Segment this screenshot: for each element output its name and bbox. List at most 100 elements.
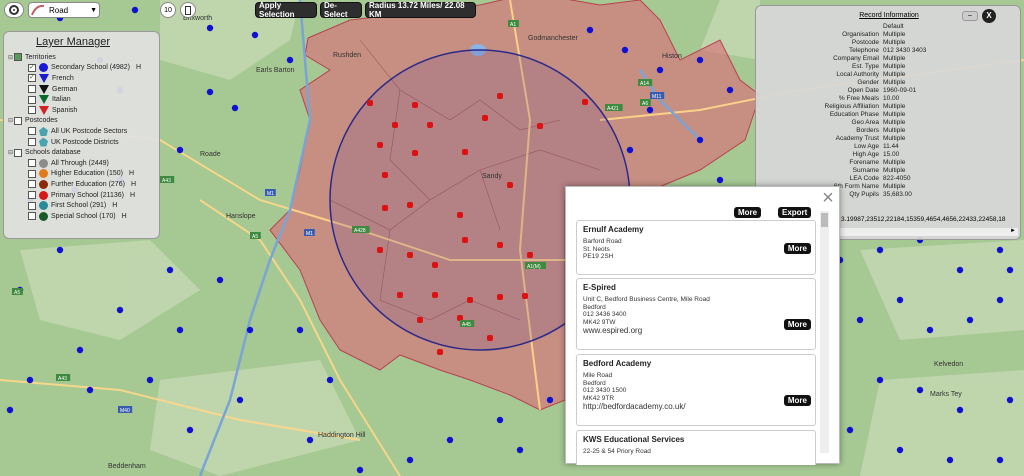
heatmap-toggle[interactable]: H [131, 181, 136, 188]
secondary-school-marker[interactable] [206, 88, 214, 96]
secondary-school-marker[interactable] [231, 104, 239, 112]
selected-school-marker[interactable] [377, 247, 383, 253]
secondary-school-marker[interactable] [86, 386, 94, 394]
selected-school-marker[interactable] [367, 100, 373, 106]
selected-school-marker[interactable] [432, 262, 438, 268]
layer-checkbox[interactable] [28, 85, 36, 94]
heatmap-toggle[interactable]: H [130, 192, 135, 199]
selected-school-marker[interactable] [407, 202, 413, 208]
result-more-button[interactable]: More [783, 243, 811, 254]
selected-school-marker[interactable] [497, 93, 503, 99]
secondary-school-marker[interactable] [996, 296, 1004, 304]
layer-checkbox[interactable] [28, 95, 36, 104]
secondary-school-marker[interactable] [206, 24, 214, 32]
secondary-school-marker[interactable] [166, 266, 174, 274]
secondary-school-marker[interactable] [286, 56, 294, 64]
selected-school-marker[interactable] [437, 349, 443, 355]
secondary-school-marker[interactable] [876, 376, 884, 384]
secondary-school-marker[interactable] [956, 266, 964, 274]
result-card[interactable]: Ernulf Academy Barford Road St. Neots PE19 … [576, 220, 816, 275]
secondary-school-marker[interactable] [996, 246, 1004, 254]
minimize-button[interactable]: – [962, 11, 978, 21]
secondary-school-marker[interactable] [356, 466, 364, 474]
layer-group-checkbox[interactable] [14, 53, 22, 62]
secondary-school-marker[interactable] [1006, 266, 1014, 274]
secondary-school-marker[interactable] [896, 296, 904, 304]
secondary-school-marker[interactable] [966, 316, 974, 324]
layer-item[interactable]: German [8, 84, 155, 95]
secondary-school-marker[interactable] [626, 146, 634, 154]
locate-button[interactable] [4, 2, 24, 18]
layer-item[interactable]: Primary School (21136) H [8, 190, 155, 201]
selected-school-marker[interactable] [497, 242, 503, 248]
layer-checkbox[interactable] [28, 106, 36, 115]
secondary-school-marker[interactable] [131, 6, 139, 14]
secondary-school-marker[interactable] [546, 396, 554, 404]
layer-item[interactable]: All UK Postcode Sectors [8, 126, 155, 137]
heatmap-toggle[interactable]: H [136, 64, 141, 71]
vertical-scrollbar[interactable] [820, 211, 829, 453]
secondary-school-marker[interactable] [296, 326, 304, 334]
secondary-school-marker[interactable] [856, 316, 864, 324]
layer-item[interactable]: Further Education (276) H [8, 179, 155, 190]
secondary-school-marker[interactable] [896, 446, 904, 454]
selected-school-marker[interactable] [457, 212, 463, 218]
selected-school-marker[interactable] [412, 102, 418, 108]
secondary-school-marker[interactable] [1006, 396, 1014, 404]
layer-group-checkbox[interactable] [14, 148, 22, 157]
layer-group[interactable]: ⊟ Territories [8, 52, 155, 63]
selected-school-marker[interactable] [507, 182, 513, 188]
layer-group-checkbox[interactable] [14, 116, 22, 125]
secondary-school-marker[interactable] [656, 66, 664, 74]
secondary-school-marker[interactable] [326, 376, 334, 384]
scroll-right-icon[interactable]: ► [1010, 228, 1016, 234]
layer-item[interactable]: First School (291) H [8, 200, 155, 211]
secondary-school-marker[interactable] [186, 426, 194, 434]
secondary-school-marker[interactable] [996, 456, 1004, 464]
layer-item[interactable]: Italian [8, 94, 155, 105]
layer-checkbox[interactable] [28, 159, 36, 168]
secondary-school-marker[interactable] [946, 456, 954, 464]
layer-item[interactable]: All Through (2449) [8, 158, 155, 169]
result-more-button[interactable]: More [783, 395, 811, 406]
layer-item[interactable]: UK Postcode Districts [8, 137, 155, 148]
secondary-school-marker[interactable] [446, 436, 454, 444]
secondary-school-marker[interactable] [876, 246, 884, 254]
layer-checkbox[interactable]: ✓ [28, 74, 36, 83]
result-card[interactable]: Bedford Academy Mile Road Bedford 012 3430 … [576, 354, 816, 426]
heatmap-toggle[interactable]: H [112, 202, 117, 209]
secondary-school-marker[interactable] [56, 246, 64, 254]
secondary-school-marker[interactable] [236, 396, 244, 404]
layer-checkbox[interactable]: ✓ [28, 63, 36, 72]
secondary-school-marker[interactable] [306, 436, 314, 444]
selected-school-marker[interactable] [487, 335, 493, 341]
selected-school-marker[interactable] [397, 292, 403, 298]
secondary-school-marker[interactable] [716, 176, 724, 184]
layer-item[interactable]: ✓ Secondary School (4982) H [8, 63, 155, 74]
map-type-select[interactable]: Road ▼ [28, 2, 100, 18]
selected-school-marker[interactable] [392, 122, 398, 128]
selected-school-marker[interactable] [582, 99, 588, 105]
result-more-button[interactable]: More [783, 319, 811, 330]
secondary-school-marker[interactable] [696, 136, 704, 144]
secondary-school-marker[interactable] [251, 31, 259, 39]
heatmap-toggle[interactable]: H [129, 170, 134, 177]
results-close-button[interactable]: × [819, 188, 837, 208]
layers-toggle-button[interactable] [180, 2, 196, 18]
selected-school-marker[interactable] [382, 172, 388, 178]
layer-checkbox[interactable] [28, 138, 36, 147]
heatmap-toggle[interactable]: H [122, 213, 127, 220]
selected-school-marker[interactable] [377, 142, 383, 148]
layer-group[interactable]: ⊟ Postcodes [8, 116, 155, 127]
secondary-school-marker[interactable] [916, 386, 924, 394]
selected-school-marker[interactable] [482, 115, 488, 121]
secondary-school-marker[interactable] [176, 146, 184, 154]
scrollbar-thumb[interactable] [821, 213, 828, 227]
secondary-school-marker[interactable] [621, 46, 629, 54]
selected-school-marker[interactable] [537, 123, 543, 129]
secondary-school-marker[interactable] [176, 326, 184, 334]
secondary-school-marker[interactable] [76, 346, 84, 354]
layer-checkbox[interactable] [28, 191, 36, 200]
secondary-school-marker[interactable] [586, 26, 594, 34]
selected-school-marker[interactable] [467, 297, 473, 303]
